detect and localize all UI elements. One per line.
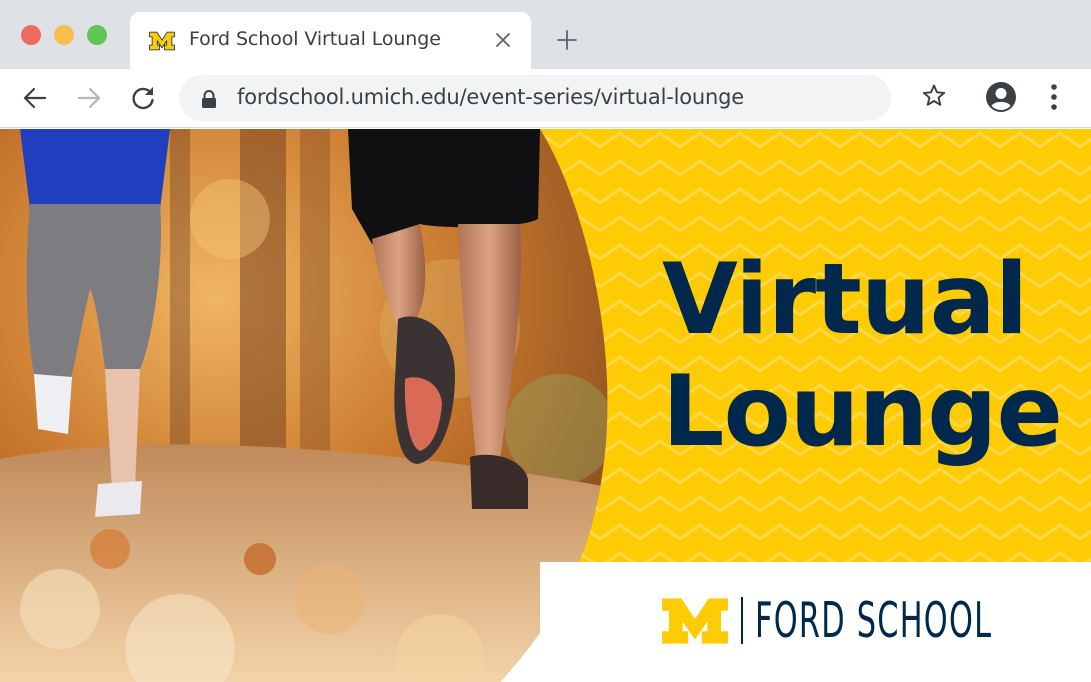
arrow-right-icon[interactable] <box>74 83 104 113</box>
browser-titlebar: Ford School Virtual Lounge <box>0 0 1091 69</box>
kebab-menu-icon[interactable] <box>1044 81 1064 113</box>
address-bar[interactable]: fordschool.umich.edu/event-series/virtua… <box>179 75 891 121</box>
hero-title-line1: Virtual <box>662 243 1028 357</box>
tab-title: Ford School Virtual Lounge <box>189 28 441 50</box>
close-icon[interactable] <box>493 30 513 50</box>
lock-icon[interactable] <box>200 89 218 109</box>
logo-text: FORD SCHOOL <box>755 592 993 649</box>
arrow-left-icon[interactable] <box>20 83 50 113</box>
maximize-window-button[interactable] <box>87 25 107 45</box>
account-icon[interactable] <box>985 81 1017 113</box>
browser-toolbar: fordschool.umich.edu/event-series/virtua… <box>0 69 1091 128</box>
hero-title-line2: Lounge <box>662 355 1063 469</box>
page-content: Virtual Lounge FORD SCHOOL <box>0 129 1091 682</box>
block-m-icon <box>662 598 728 644</box>
minimize-window-button[interactable] <box>54 25 74 45</box>
logo-divider <box>741 597 743 644</box>
browser-tab[interactable]: Ford School Virtual Lounge <box>130 12 531 69</box>
reload-icon[interactable] <box>128 83 158 113</box>
ford-school-logo: FORD SCHOOL <box>660 592 991 649</box>
plus-icon[interactable] <box>555 28 579 52</box>
runners-photo <box>0 129 608 682</box>
block-m-icon <box>149 31 175 51</box>
url-text[interactable]: fordschool.umich.edu/event-series/virtua… <box>237 85 744 109</box>
star-icon[interactable] <box>920 82 948 110</box>
hero-title: Virtual Lounge <box>662 244 1082 468</box>
close-window-button[interactable] <box>21 25 41 45</box>
